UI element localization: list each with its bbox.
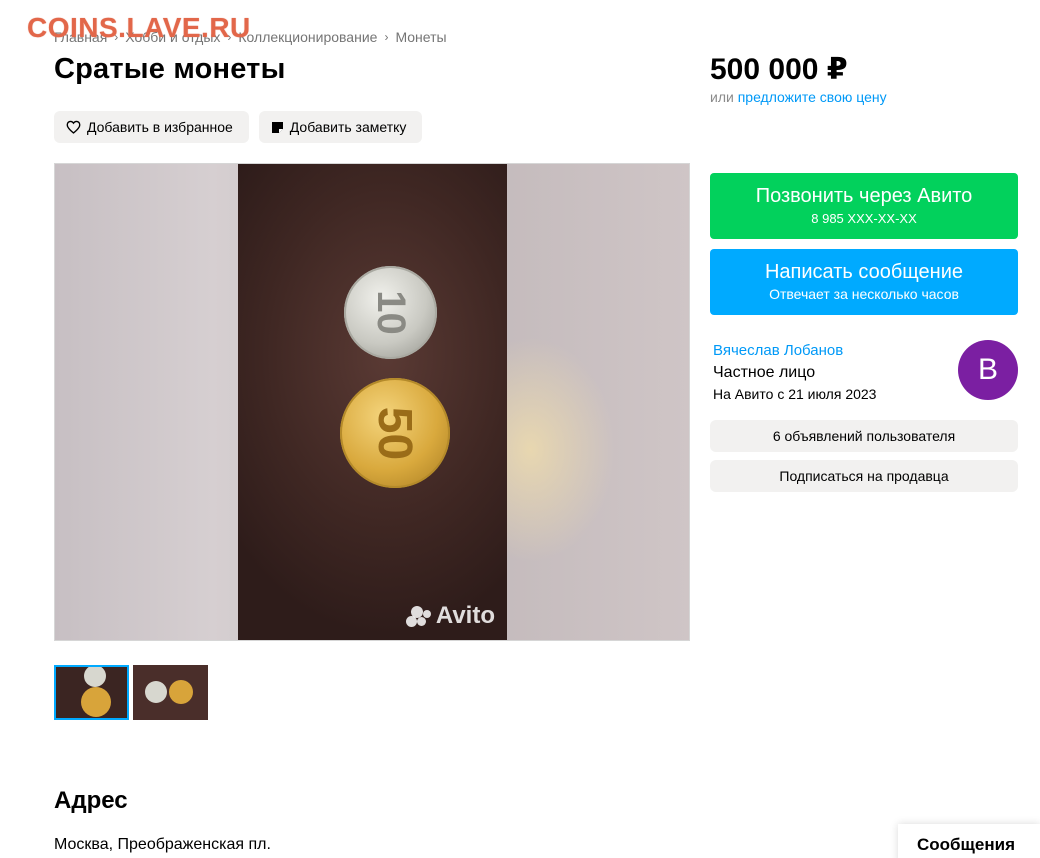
- price: 500 000 ₽: [710, 53, 848, 86]
- address-heading: Адрес: [54, 787, 128, 814]
- thumbnail-2[interactable]: [133, 665, 208, 720]
- message-button-sublabel: Отвечает за несколько часов: [769, 286, 959, 302]
- subscribe-seller-button[interactable]: Подписаться на продавца: [710, 460, 1018, 492]
- thumbnail-strip: [54, 665, 208, 720]
- message-button-label: Написать сообщение: [764, 261, 963, 283]
- avatar-letter: B: [977, 353, 998, 386]
- main-photo[interactable]: 10 50 Avito: [238, 164, 507, 640]
- note-icon: [271, 121, 283, 133]
- seller-name-link[interactable]: Вячеслав Лобанов: [713, 342, 843, 359]
- call-button[interactable]: Позвонить через Авито 8 985 XXX-XX-XX: [710, 173, 1018, 239]
- address-value: Москва, Преображенская пл.: [54, 836, 271, 853]
- call-button-label: Позвонить через Авито: [755, 185, 973, 207]
- messages-tab[interactable]: Сообщения: [898, 824, 1040, 858]
- image-gallery[interactable]: 10 50 Avito: [54, 163, 690, 641]
- chevron-right-icon: ›: [384, 30, 389, 44]
- seller-type: Частное лицо: [713, 364, 816, 381]
- page-title: Сратые монеты: [54, 53, 286, 85]
- offer-price-link[interactable]: предложите свою цену: [738, 89, 887, 105]
- breadcrumb-collecting[interactable]: Коллекционирование: [238, 29, 377, 45]
- heart-icon: [66, 120, 81, 134]
- offer-prefix: или: [710, 89, 734, 105]
- avito-watermark: Avito: [405, 602, 495, 630]
- coin-10-image: 10: [344, 266, 437, 359]
- thumbnail-1[interactable]: [54, 665, 129, 720]
- add-favorite-button[interactable]: Добавить в избранное: [54, 111, 249, 143]
- listing-actions: Добавить в избранное Добавить заметку: [54, 111, 423, 143]
- add-note-button[interactable]: Добавить заметку: [258, 111, 423, 143]
- seller-since: На Авито с 21 июля 2023: [713, 386, 877, 402]
- add-favorite-label: Добавить в избранное: [87, 119, 233, 135]
- seller-ads-button[interactable]: 6 объявлений пользователя: [710, 420, 1018, 452]
- call-button-phone: 8 985 XXX-XX-XX: [811, 211, 917, 226]
- avito-logo-icon: [405, 604, 432, 628]
- message-button[interactable]: Написать сообщение Отвечает за несколько…: [710, 249, 1018, 315]
- breadcrumb-coins[interactable]: Монеты: [395, 29, 446, 45]
- site-watermark: COINS.LAVE.RU: [27, 12, 251, 43]
- add-note-label: Добавить заметку: [289, 119, 407, 135]
- seller-avatar[interactable]: B: [958, 340, 1018, 400]
- price-offer: или предложите свою цену: [710, 89, 887, 105]
- coin-50-image: 50: [340, 378, 450, 488]
